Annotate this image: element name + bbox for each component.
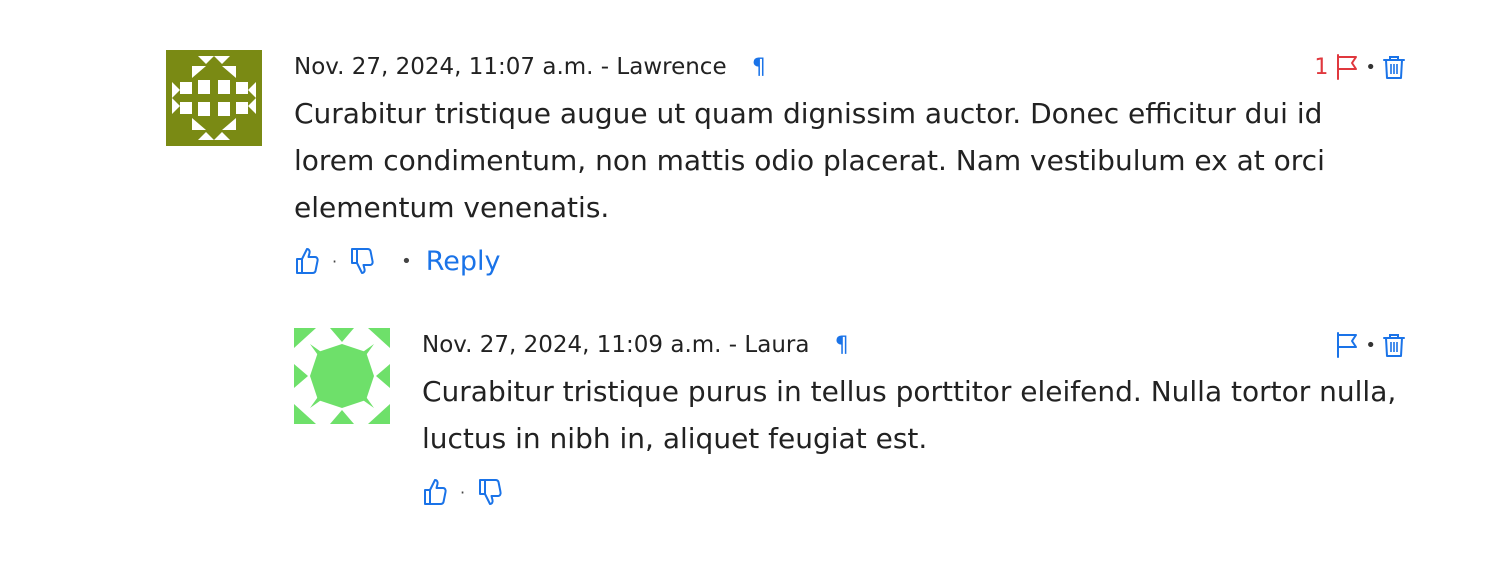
trash-icon[interactable] [1382, 53, 1406, 81]
comment-meta: Nov. 27, 2024, 11:07 a.m. - Lawrence [294, 54, 727, 80]
reply-link[interactable]: Reply [426, 246, 501, 277]
comment-footer: · [422, 472, 1406, 512]
thumbs-down-icon[interactable] [477, 476, 503, 508]
comment-body: Nov. 27, 2024, 11:07 a.m. - Lawrence ¶ 1… [294, 50, 1406, 281]
comment-header: Nov. 27, 2024, 11:07 a.m. - Lawrence ¶ [294, 50, 1406, 84]
comment-actions: 1 • [1314, 52, 1406, 82]
comment-meta: Nov. 27, 2024, 11:09 a.m. - Laura [422, 332, 810, 358]
avatar [166, 50, 262, 146]
comment-text: Curabitur tristique purus in tellus port… [422, 375, 1397, 455]
thumbs-up-icon[interactable] [422, 476, 448, 508]
comment-header: Nov. 27, 2024, 11:09 a.m. - Laura ¶ [422, 328, 1406, 362]
trash-icon[interactable] [1382, 331, 1406, 359]
thumbs-down-icon[interactable] [349, 245, 375, 277]
thumbs-up-icon[interactable] [294, 245, 320, 277]
pilcrow-icon[interactable]: ¶ [835, 333, 849, 358]
comment-body: Nov. 27, 2024, 11:09 a.m. - Laura ¶ • Cu… [422, 328, 1406, 512]
separator-dot: · [460, 482, 466, 502]
flag-icon[interactable] [1335, 331, 1359, 359]
pilcrow-icon[interactable]: ¶ [752, 55, 766, 80]
comment-footer: · • Reply [294, 241, 1406, 281]
separator-dot: · [332, 251, 338, 271]
separator-dot: • [1365, 334, 1376, 356]
comment-actions: • [1335, 330, 1406, 360]
comment-text: Curabitur tristique augue ut quam dignis… [294, 97, 1325, 224]
separator-dot: • [1365, 56, 1376, 78]
avatar [294, 328, 390, 424]
flag-icon[interactable] [1335, 53, 1359, 81]
separator-dot: • [401, 250, 412, 272]
flag-count: 1 [1314, 54, 1329, 80]
